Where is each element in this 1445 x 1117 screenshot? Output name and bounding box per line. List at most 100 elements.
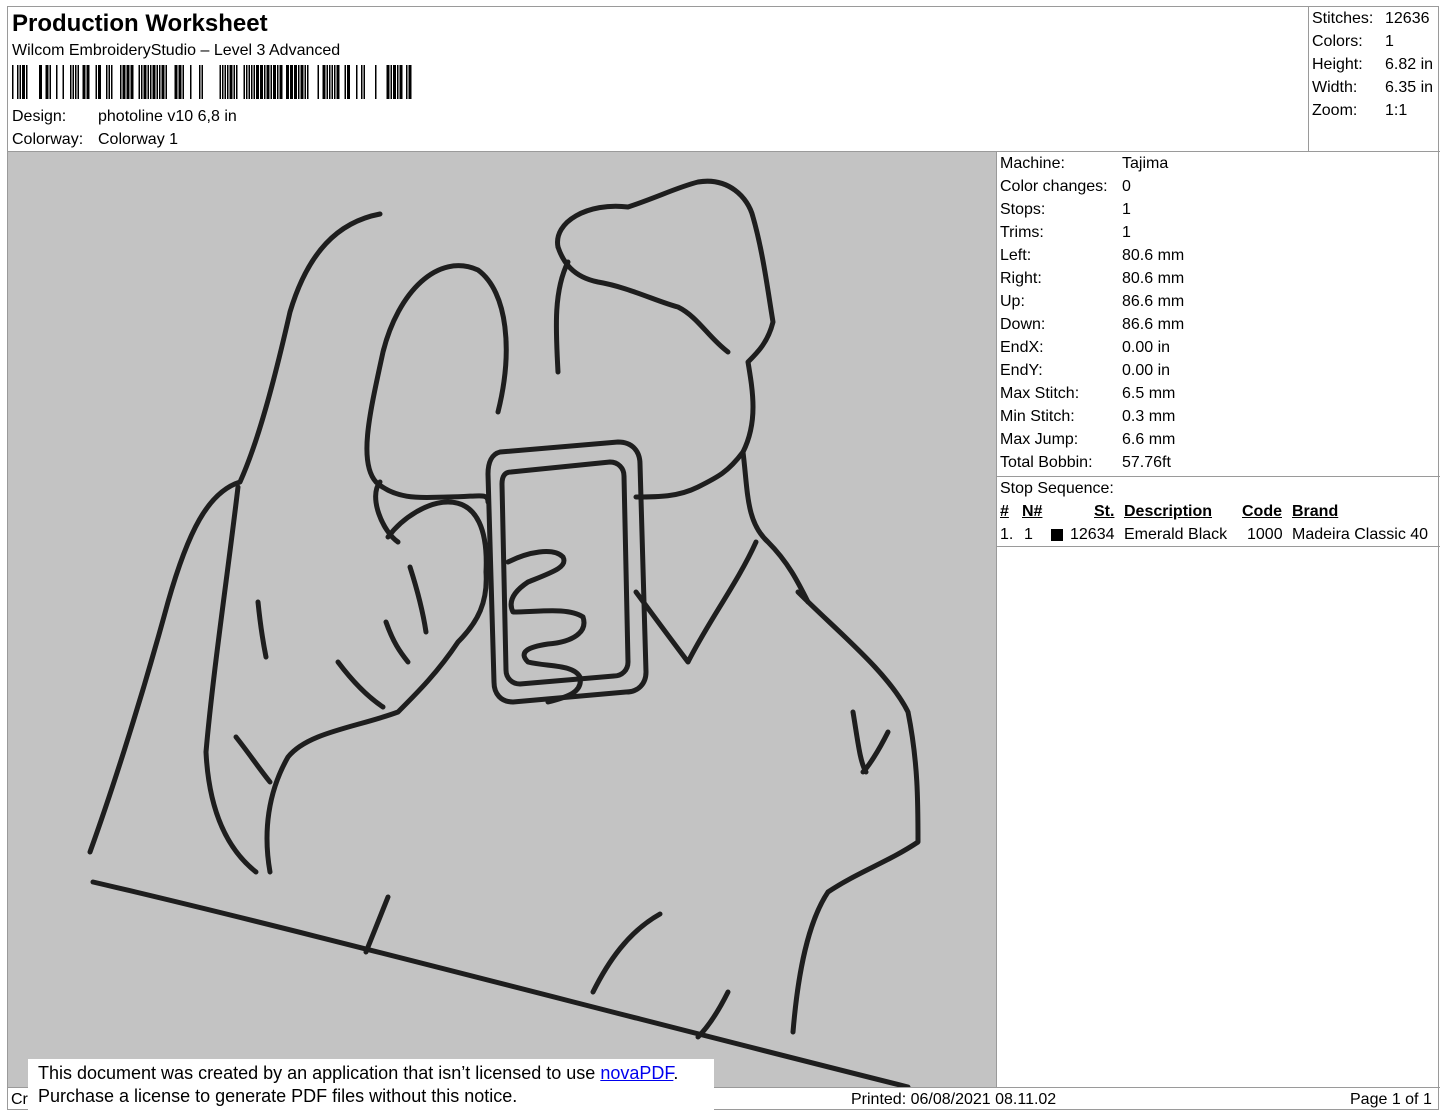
stat-label: Zoom: (1312, 102, 1358, 119)
barcode-bar (165, 65, 167, 99)
stat-value: 1 (1385, 33, 1394, 50)
stop-sequence-title: Stop Sequence: (1000, 480, 1114, 497)
stat-row: Width: 6.35 in (1312, 79, 1433, 97)
woman-torso-line (363, 894, 391, 955)
info-row: Machine: Tajima (1000, 155, 1168, 173)
info-value: 6.5 mm (1122, 385, 1176, 402)
column-header-description: Description (1124, 503, 1213, 520)
info-value: 80.6 mm (1122, 247, 1185, 264)
info-value: 1 (1122, 224, 1131, 241)
barcode-bar (336, 65, 340, 99)
barcode-bar (236, 65, 238, 99)
design-label: Design: (12, 108, 67, 125)
barcode-bar (227, 65, 229, 99)
barcode-bar (361, 65, 363, 99)
info-label: Up: (1000, 293, 1025, 310)
woman-hand-line (383, 619, 411, 665)
info-row: EndX: 0.00 in (1000, 339, 1170, 357)
barcode-bar (260, 65, 263, 99)
barcode-bar (326, 65, 328, 99)
barcode-bar (122, 65, 126, 99)
info-row: EndY: 0.00 in (1000, 362, 1170, 380)
barcode-bar (397, 65, 399, 99)
info-value: 1 (1122, 201, 1131, 218)
info-value: 0.00 in (1122, 362, 1171, 379)
barcode-bar (256, 65, 259, 99)
barcode-bar (279, 65, 283, 99)
barcode-bar (141, 65, 143, 99)
info-value: 86.6 mm (1122, 316, 1185, 333)
man-shoulder-right (790, 589, 921, 1035)
man-head-outline (555, 178, 776, 500)
barcode-bar (143, 65, 147, 99)
novapdf-link[interactable]: novaPDF (600, 1063, 673, 1083)
barcode-bar (156, 65, 158, 99)
barcode-bar (243, 65, 245, 99)
barcode-bar (329, 65, 331, 99)
page-number: Page 1 of 1 (1350, 1091, 1432, 1108)
barcode-bar (334, 65, 336, 99)
barcode-bar (138, 65, 140, 99)
software-name: Wilcom EmbroideryStudio – Level 3 Advanc… (12, 42, 341, 59)
column-header-brand: Brand (1292, 503, 1339, 520)
barcode-bar (344, 65, 346, 99)
barcode-bar (49, 65, 51, 99)
notice-line-1: This document was created by an applicat… (38, 1062, 704, 1085)
barcode-bar (45, 65, 49, 99)
barcode-bar (98, 65, 101, 99)
barcode-bar (298, 65, 300, 99)
column-header-index: # (1000, 503, 1009, 520)
info-value: 0.00 in (1122, 339, 1171, 356)
info-row: Stops: 1 (1000, 201, 1131, 219)
info-label: Color changes: (1000, 178, 1108, 195)
barcode-bar (246, 65, 248, 99)
barcode-bar (22, 65, 25, 99)
barcode-bar (82, 65, 86, 99)
barcode-bar (106, 65, 108, 99)
barcode-bar (56, 65, 58, 99)
woman-arm-left (203, 484, 259, 875)
info-label: EndY: (1000, 362, 1043, 379)
column-header-needle: N# (1022, 503, 1043, 520)
barcode-bar (108, 65, 110, 99)
man-face-side (553, 259, 571, 375)
info-label: Down: (1000, 316, 1046, 333)
info-value: Tajima (1122, 155, 1169, 172)
man-hairline (555, 244, 731, 355)
colorway-label: Colorway: (12, 131, 84, 148)
row-index: 1. (1000, 526, 1014, 543)
info-row: Max Stitch: 6.5 mm (1000, 385, 1175, 403)
barcode-bar (95, 65, 97, 99)
stat-label: Width: (1312, 79, 1358, 96)
notice-text-end: . (673, 1063, 679, 1083)
barcode-bar (294, 65, 297, 99)
info-row: Right: 80.6 mm (1000, 270, 1184, 288)
info-label: Machine: (1000, 155, 1065, 172)
barcode-bar (199, 65, 201, 99)
stat-row: Height: 6.82 in (1312, 56, 1433, 74)
info-row: Total Bobbin: 57.76ft (1000, 454, 1171, 472)
barcode-bar (224, 65, 226, 99)
info-value: 6.6 mm (1122, 431, 1176, 448)
info-label: Left: (1000, 247, 1032, 264)
barcode-bar (75, 65, 77, 99)
barcode-bar (386, 65, 390, 99)
stop-sequence-table: Stop Sequence: # N# St. Description Code… (997, 477, 1440, 547)
worksheet-title: Production Worksheet (12, 10, 268, 37)
barcode-bar (406, 65, 408, 99)
row-brand: Madeira Classic 40 (1292, 526, 1429, 543)
design-row: Design: photoline v10 6,8 in (12, 108, 237, 126)
barcode-bar (304, 65, 306, 99)
barcode-bar (62, 65, 64, 99)
barcode-bar (161, 65, 165, 99)
info-label: Total Bobbin: (1000, 454, 1093, 471)
column-header-stitches: St. (1094, 503, 1115, 520)
man-sleeve-crease (850, 709, 869, 775)
barcode-bar (219, 65, 221, 99)
info-value: 80.6 mm (1122, 270, 1185, 287)
design-preview (8, 152, 997, 1087)
man-torso-line (590, 911, 663, 995)
info-value: 86.6 mm (1122, 293, 1185, 310)
machine-info-panel: Machine: Tajima Color changes: 0 Stops: 1 T… (997, 152, 1440, 477)
barcode-bar (375, 65, 377, 99)
